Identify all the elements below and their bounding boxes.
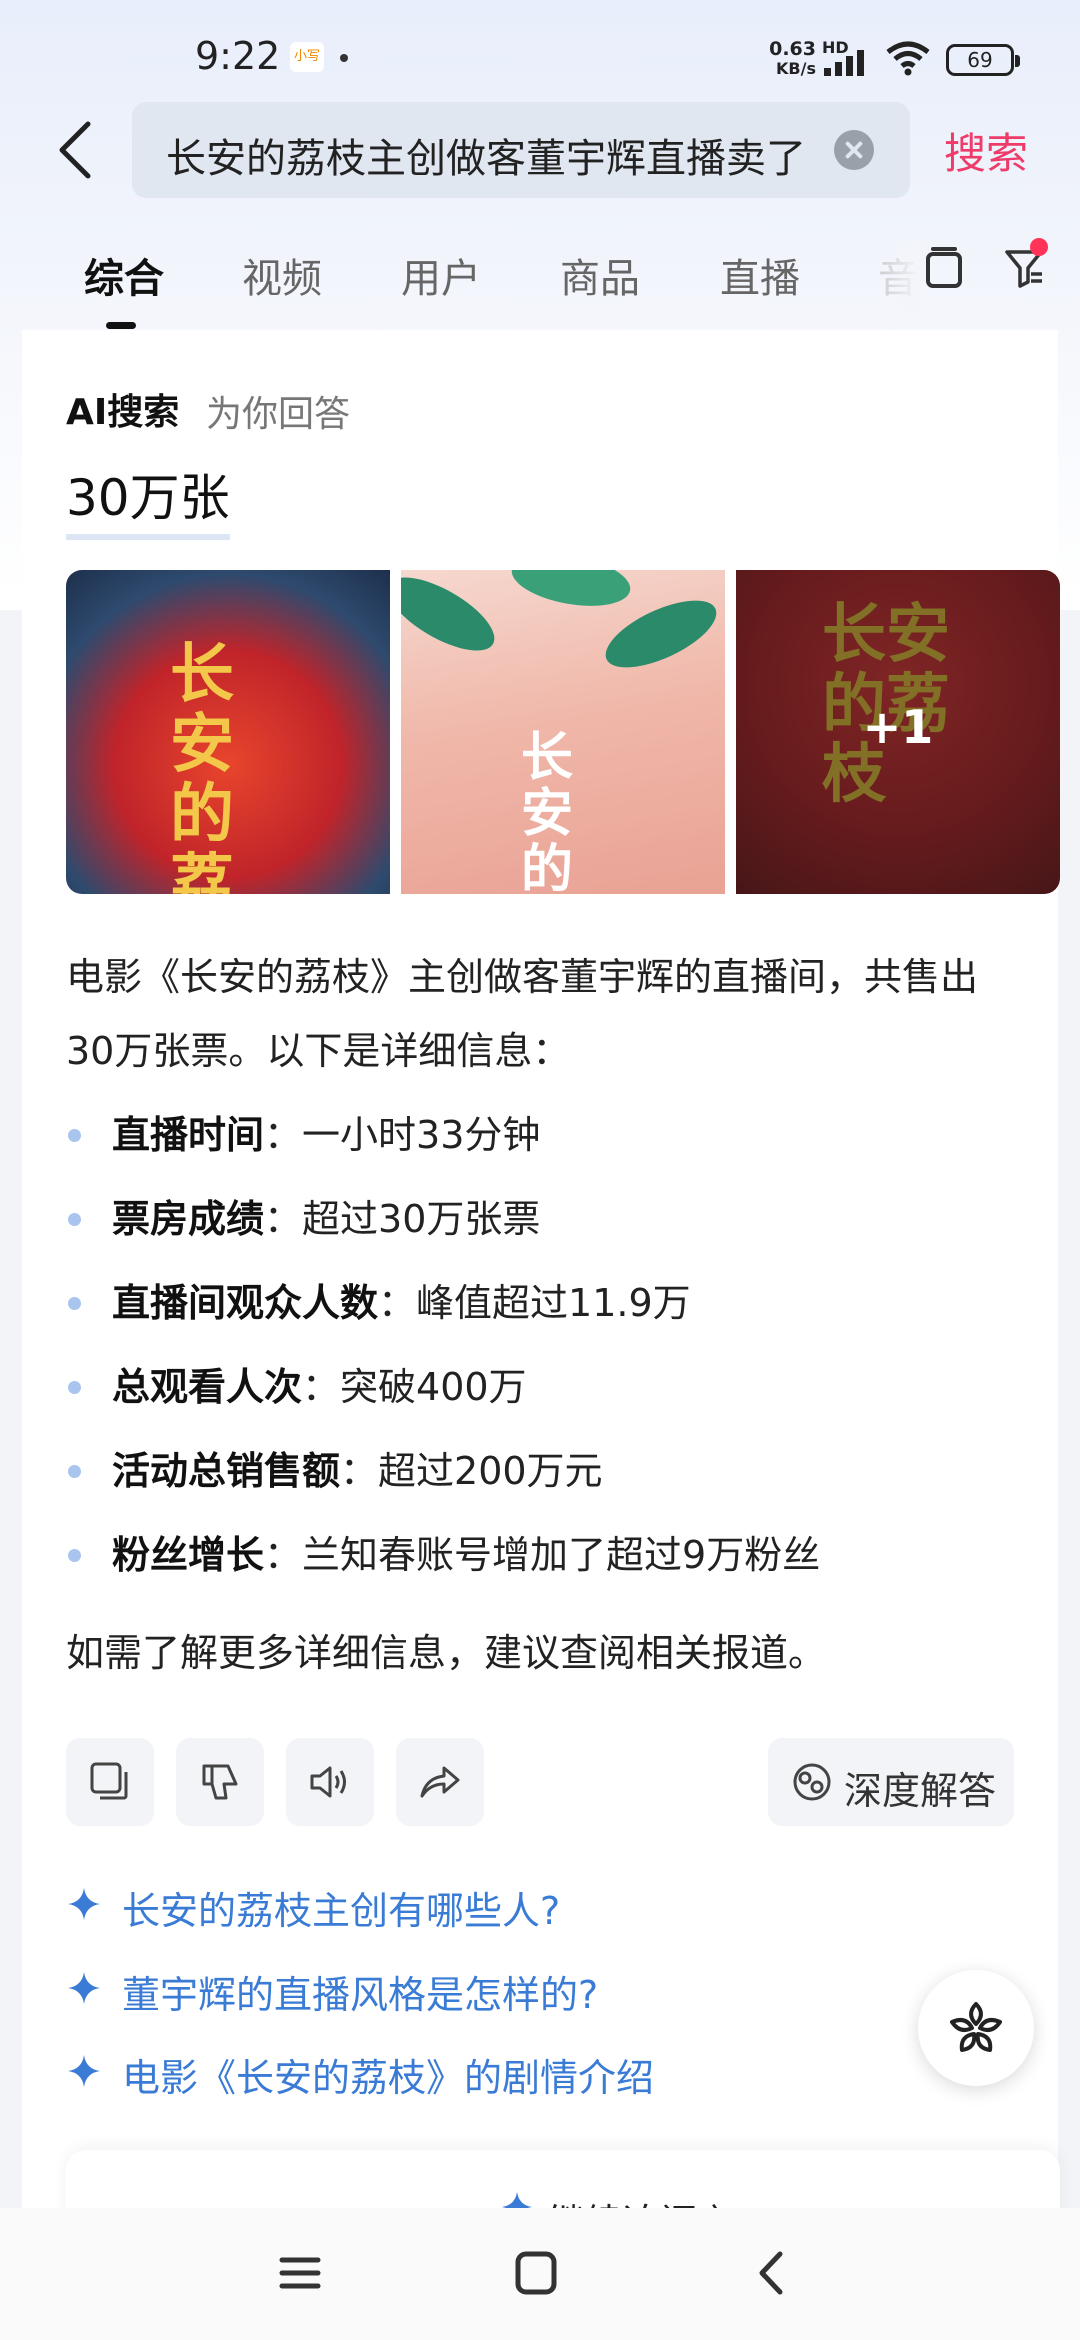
battery-indicator: 69 (946, 44, 1020, 76)
back-icon[interactable] (742, 2248, 802, 2298)
poster-image-2[interactable]: 长安的荔枝 (401, 570, 725, 894)
filter-notification-dot (1030, 238, 1048, 256)
system-nav-bar (0, 2208, 1080, 2340)
poster-1-title: 长安的荔枝 (170, 638, 234, 894)
search-input[interactable]: 长安的荔枝主创做客董宇辉直播卖了 (132, 102, 910, 198)
answer-outro: 如需了解更多详细信息，建议查阅相关报道。 (66, 1631, 827, 1675)
bullet-dot (68, 1549, 81, 1562)
ai-search-title: AI搜索 (66, 392, 180, 433)
bullet-dot (68, 1297, 81, 1310)
item-key: 活动总销售额 (112, 1449, 341, 1493)
floating-assistant-button[interactable] (918, 1970, 1034, 2086)
item-value: ：超过30万张票 (264, 1197, 541, 1241)
search-query[interactable]: 长安的荔枝主创做客董宇辉直播卖了 (166, 126, 826, 184)
tab-user[interactable]: 用户 (401, 246, 481, 304)
dislike-button[interactable] (176, 1738, 264, 1826)
answer-intro: 电影《长安的荔枝》主创做客董宇辉的直播间，共售出30万张票。以下是详细信息： (66, 955, 979, 1073)
layers-icon[interactable] (924, 246, 964, 290)
answer-headline: 30万张 (66, 458, 230, 540)
flower-icon (950, 2002, 1002, 2052)
item-key: 粉丝增长 (112, 1533, 265, 1577)
net-speed-value: 0.63 (769, 38, 816, 60)
list-item: 总观看人次：突破400万 (66, 1350, 1026, 1434)
tab-live[interactable]: 直播 (720, 246, 800, 304)
bullet-dot (68, 1381, 81, 1394)
status-bar: 9:22 小写 0.63 KB/s HD 69 (0, 0, 1080, 100)
leaf-shape (401, 570, 505, 665)
share-button[interactable] (396, 1738, 484, 1826)
item-key: 总观看人次 (112, 1365, 303, 1409)
item-value: ：兰知春账号增加了超过9万粉丝 (264, 1533, 821, 1577)
result-tabs: 综合 视频 用户 商品 直播 音 (0, 240, 1080, 330)
sparkle-icon (68, 1888, 100, 1920)
back-arrow-icon[interactable] (50, 118, 100, 182)
tab-video[interactable]: 视频 (242, 246, 322, 304)
notification-dot (340, 54, 348, 62)
tab-comprehensive[interactable]: 综合 (84, 246, 164, 304)
suggested-question-text: 电影《长安的荔枝》的剧情介绍 (122, 2056, 655, 2100)
list-item: 直播间观众人数：峰值超过11.9万 (66, 1266, 1026, 1350)
list-item: 活动总销售额：超过200万元 (66, 1434, 1026, 1518)
tab-fade (860, 240, 920, 310)
copy-button[interactable] (66, 1738, 154, 1826)
more-images-count[interactable]: +1 (736, 700, 1060, 754)
list-item: 票房成绩：超过30万张票 (66, 1182, 1026, 1266)
item-value: ：峰值超过11.9万 (378, 1281, 691, 1325)
item-value: ：一小时33分钟 (264, 1113, 541, 1157)
active-tab-indicator (106, 322, 136, 329)
deep-answer-label: 深度解答 (844, 1769, 997, 1813)
suggested-question-text: 董宇辉的直播风格是怎样的? (122, 1973, 599, 2017)
net-speed: 0.63 KB/s (768, 38, 816, 79)
clear-search-icon[interactable] (834, 130, 874, 170)
status-time: 9:22 (195, 34, 281, 78)
thumbs-down-icon (202, 1764, 238, 1800)
leaf-shape (507, 570, 635, 615)
deep-answer-button[interactable]: 深度解答 (768, 1738, 1014, 1826)
poster-gallery: 长安的荔枝 长安的荔枝 长安的荔枝 +1 (66, 570, 1060, 894)
sparkle-icon (68, 1972, 100, 2004)
list-item: 直播时间：一小时33分钟 (66, 1098, 1026, 1182)
copy-icon (90, 1762, 128, 1800)
item-key: 票房成绩 (112, 1197, 265, 1241)
sparkle-icon (68, 2055, 100, 2087)
speaker-icon (310, 1766, 346, 1798)
menu-icon[interactable] (270, 2248, 330, 2298)
item-value: ：超过200万元 (340, 1449, 603, 1493)
net-speed-unit: KB/s (776, 59, 816, 78)
bullet-dot (68, 1129, 81, 1142)
item-value: ：突破400万 (302, 1365, 527, 1409)
home-icon[interactable] (506, 2248, 566, 2298)
suggested-question-text: 长安的荔枝主创有哪些人? (122, 1889, 561, 1933)
wifi-icon (886, 41, 930, 76)
ai-search-subtitle: 为你回答 (206, 394, 351, 435)
poster-image-1[interactable]: 长安的荔枝 (66, 570, 390, 894)
bullet-dot (68, 1213, 81, 1226)
search-button[interactable]: 搜索 (944, 120, 1028, 181)
item-key: 直播时间 (112, 1113, 265, 1157)
app-notification-icon: 小写 (290, 42, 324, 72)
bullet-dot (68, 1465, 81, 1478)
item-key: 直播间观众人数 (112, 1281, 379, 1325)
share-icon (420, 1766, 460, 1798)
deep-answer-icon (793, 1763, 831, 1801)
read-aloud-button[interactable] (286, 1738, 374, 1826)
poster-image-3[interactable]: 长安的荔枝 +1 (736, 570, 1060, 894)
poster-2-title: 长安的荔枝 (521, 728, 574, 894)
tab-product[interactable]: 商品 (560, 246, 640, 304)
answer-detail-list: 直播时间：一小时33分钟 票房成绩：超过30万张票 直播间观众人数：峰值超过11… (66, 1098, 1026, 1602)
list-item: 粉丝增长：兰知春账号增加了超过9万粉丝 (66, 1518, 1026, 1602)
signal-icon (824, 50, 864, 76)
